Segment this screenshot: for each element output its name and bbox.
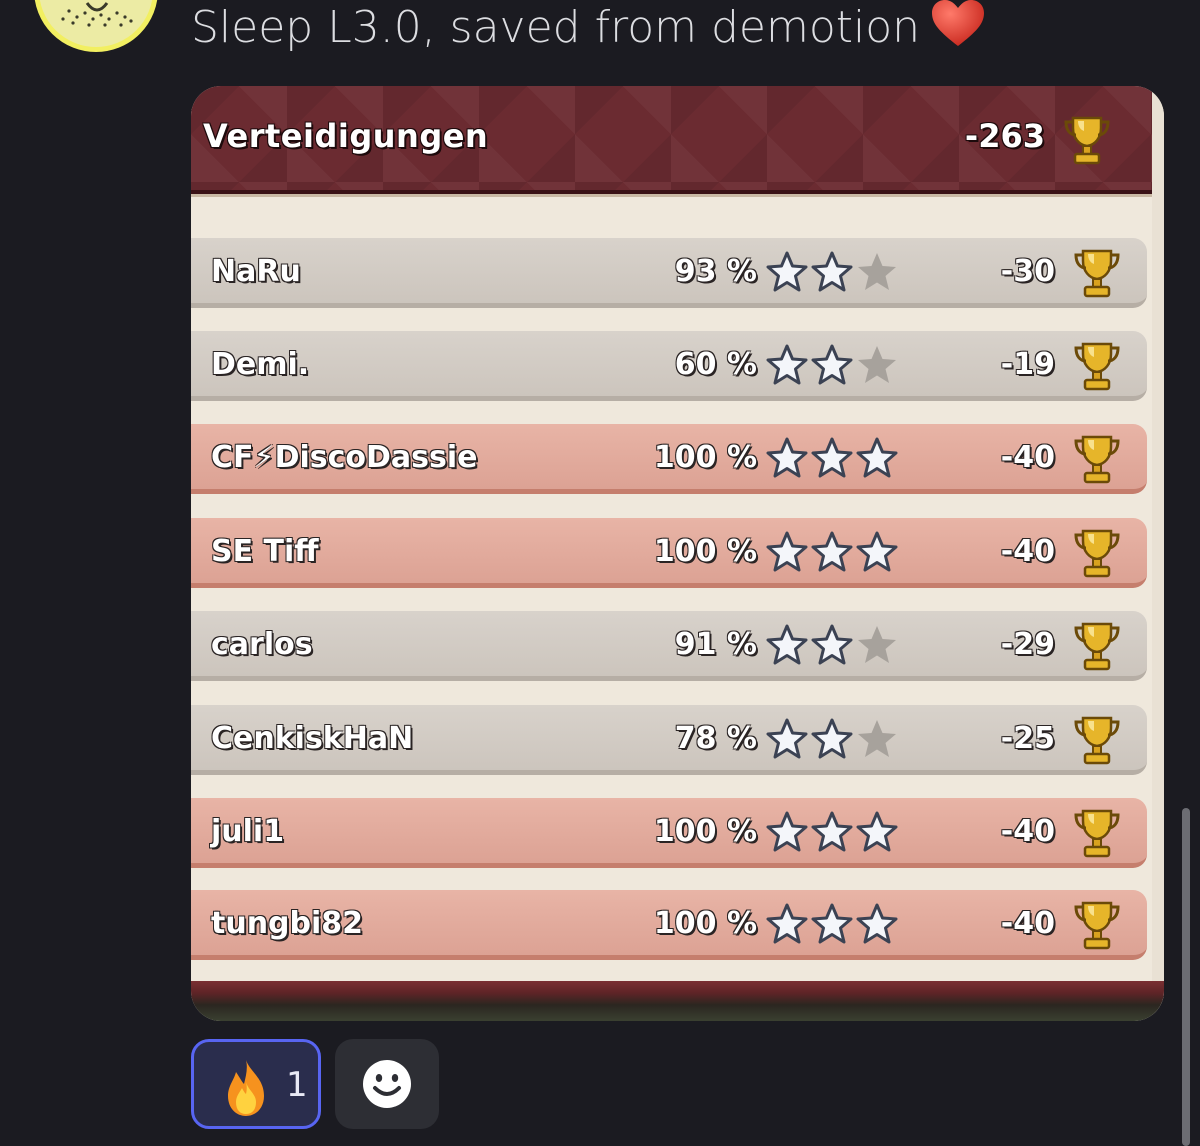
star-filled-icon (766, 811, 808, 852)
trophy-icon (1074, 716, 1120, 765)
star-filled-icon (811, 624, 853, 665)
star-rating (765, 623, 899, 667)
trophy-change: -40 (1000, 906, 1055, 941)
trophy-icon (1074, 901, 1120, 950)
star-filled-icon (856, 811, 898, 852)
card-bottom-strip (191, 981, 1164, 1021)
star-filled-icon (856, 437, 898, 478)
red-heart-icon (930, 0, 986, 62)
star-filled-icon (766, 251, 808, 292)
trophy-icon (1074, 622, 1120, 671)
defense-row: juli1 100 % -40 (191, 798, 1147, 868)
star-empty-icon (858, 720, 896, 757)
trophy-change: -30 (1000, 254, 1055, 289)
destruction-percent: 100 % (653, 814, 757, 849)
attacker-name: carlos (211, 627, 313, 662)
defense-row: Demi. 60 % -19 (191, 331, 1147, 401)
star-empty-icon (858, 626, 896, 663)
total-trophies: -263 (964, 117, 1045, 155)
message-text: Sleep L3.0, saved from demotion (191, 0, 986, 62)
star-empty-icon (858, 346, 896, 383)
star-rating (765, 810, 899, 854)
user-avatar[interactable] (34, 0, 158, 52)
star-rating (765, 343, 899, 387)
star-filled-icon (766, 437, 808, 478)
destruction-percent: 60 % (674, 347, 757, 382)
star-rating (765, 902, 899, 946)
star-filled-icon (766, 624, 808, 665)
trophy-change: -40 (1000, 814, 1055, 849)
star-rating (765, 250, 899, 294)
trophy-icon (1074, 809, 1120, 858)
destruction-percent: 100 % (653, 906, 757, 941)
star-rating (765, 436, 899, 480)
destruction-percent: 93 % (674, 254, 757, 289)
attacker-name: CF⚡DiscoDassie (211, 440, 478, 475)
trophy-icon (1074, 249, 1120, 298)
star-filled-icon (811, 437, 853, 478)
destruction-percent: 100 % (653, 534, 757, 569)
defense-row: CF⚡DiscoDassie 100 % -40 (191, 424, 1147, 494)
attacker-name: juli1 (211, 814, 285, 849)
star-filled-icon (766, 531, 808, 572)
destruction-percent: 91 % (674, 627, 757, 662)
defense-log-header: Verteidigungen -263 (191, 86, 1152, 194)
message-body: Sleep L3.0, saved from demotion (191, 2, 921, 53)
defense-log-title: Verteidigungen (203, 117, 489, 155)
star-rating (765, 717, 899, 761)
scrollbar[interactable] (1182, 808, 1190, 1146)
defense-row: carlos 91 % -29 (191, 611, 1147, 681)
attacker-name: tungbi82 (211, 906, 364, 941)
star-filled-icon (766, 718, 808, 759)
star-filled-icon (811, 718, 853, 759)
card-edge (1152, 86, 1164, 1021)
trophy-icon (1074, 435, 1120, 484)
star-filled-icon (766, 903, 808, 944)
defense-row: tungbi82 100 % -40 (191, 890, 1147, 960)
trophy-icon (1074, 529, 1120, 578)
star-filled-icon (811, 531, 853, 572)
trophy-change: -19 (1000, 347, 1055, 382)
fire-reaction-button[interactable]: 1 (191, 1039, 321, 1129)
add-reaction-button[interactable] (335, 1039, 439, 1129)
star-filled-icon (856, 531, 898, 572)
trophy-change: -40 (1000, 440, 1055, 475)
smiley-icon (363, 1060, 411, 1108)
trophy-change: -40 (1000, 534, 1055, 569)
star-filled-icon (811, 811, 853, 852)
trophy-icon (1074, 342, 1120, 391)
reaction-count: 1 (286, 1065, 308, 1105)
defense-row: CenkiskHaN 78 % -25 (191, 705, 1147, 775)
trophy-change: -25 (1000, 721, 1055, 756)
destruction-percent: 100 % (653, 440, 757, 475)
star-filled-icon (766, 344, 808, 385)
defense-row: SE Tiff 100 % -40 (191, 518, 1147, 588)
fire-icon (228, 1060, 264, 1116)
attacker-name: CenkiskHaN (211, 721, 414, 756)
star-filled-icon (811, 251, 853, 292)
chat-view: Sleep L3.0, saved from demotion Verteidi… (0, 0, 1200, 1146)
defense-row: NaRu 93 % -30 (191, 238, 1147, 308)
trophy-icon (1064, 116, 1110, 165)
defense-log-screenshot[interactable]: Verteidigungen -263 NaRu 93 % -30 Demi. 60 %… (191, 86, 1164, 1021)
star-filled-icon (856, 903, 898, 944)
trophy-change: -29 (1000, 627, 1055, 662)
star-empty-icon (858, 253, 896, 290)
star-rating (765, 530, 899, 574)
attacker-name: SE Tiff (211, 534, 319, 569)
star-filled-icon (811, 344, 853, 385)
attacker-name: NaRu (211, 254, 301, 289)
attacker-name: Demi. (211, 347, 310, 382)
destruction-percent: 78 % (674, 721, 757, 756)
star-filled-icon (811, 903, 853, 944)
